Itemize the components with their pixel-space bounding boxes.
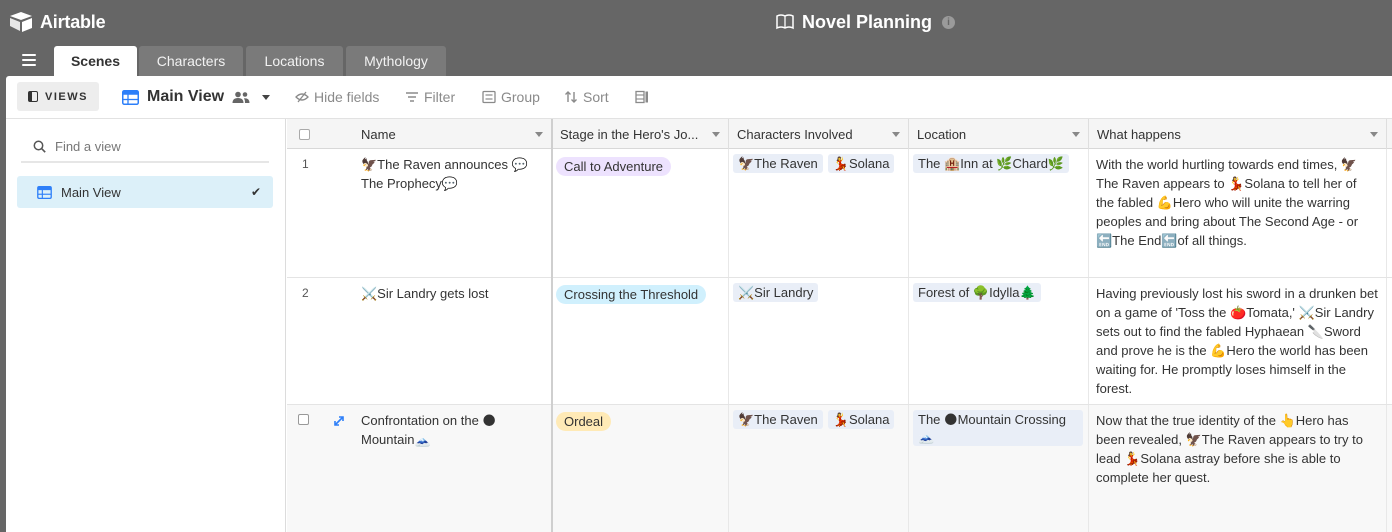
grid-header: Name Stage in the Hero's Jo... Character… bbox=[287, 119, 1392, 149]
hamburger-icon[interactable] bbox=[22, 54, 36, 66]
app-name: Airtable bbox=[40, 11, 106, 32]
row-number: 2 bbox=[302, 286, 309, 300]
cell-what-happens[interactable]: With the world hurtling towards end time… bbox=[1089, 149, 1387, 277]
find-view-input[interactable] bbox=[55, 138, 255, 154]
chevron-down-icon bbox=[262, 94, 271, 100]
grid-view-icon bbox=[37, 185, 52, 199]
column-header-name[interactable]: Name bbox=[353, 119, 552, 149]
group-button[interactable]: Group bbox=[482, 88, 540, 106]
column-header-location[interactable]: Location bbox=[909, 119, 1089, 149]
select-all-checkbox[interactable] bbox=[299, 128, 310, 140]
tab-mythology[interactable]: Mythology bbox=[346, 46, 446, 76]
cell-stage[interactable]: Ordeal bbox=[552, 405, 729, 532]
shared-people-icon bbox=[232, 91, 250, 103]
grid-view-icon bbox=[122, 89, 139, 105]
sidebar-item-main-view[interactable]: Main View ✔ bbox=[17, 176, 273, 208]
cell-what-happens[interactable]: Now that the true identity of the 👆Hero … bbox=[1089, 405, 1387, 532]
find-view-box[interactable] bbox=[21, 131, 269, 163]
info-icon[interactable]: i bbox=[942, 15, 956, 29]
sidebar-item-label: Main View bbox=[61, 184, 121, 200]
cell-what-happens[interactable]: Having previously lost his sword in a dr… bbox=[1089, 278, 1387, 404]
chevron-down-icon[interactable] bbox=[892, 132, 900, 137]
sort-icon bbox=[565, 91, 577, 103]
frozen-column-divider[interactable] bbox=[551, 119, 553, 532]
cell-location[interactable]: Forest of 🌳Idylla🌲 bbox=[909, 278, 1089, 404]
linked-record-chip[interactable]: Forest of 🌳Idylla🌲 bbox=[913, 283, 1041, 302]
stage-pill: Call to Adventure bbox=[556, 157, 672, 176]
linked-record-chip[interactable]: 🦅The Raven bbox=[733, 410, 823, 429]
checkmark-icon: ✔ bbox=[250, 185, 261, 199]
column-title: What happens bbox=[1097, 126, 1181, 142]
cell-location[interactable]: The 🏨Inn at 🌿Chard🌿 bbox=[909, 149, 1089, 277]
sidebar-toggle-icon bbox=[28, 91, 39, 102]
table-row[interactable]: Confrontation on the 🌑 Mountain🗻 Ordeal … bbox=[287, 405, 1392, 532]
row-number: 1 bbox=[302, 157, 309, 171]
airtable-logo-icon bbox=[10, 12, 32, 32]
group-label: Group bbox=[501, 89, 540, 105]
row-checkbox[interactable] bbox=[298, 414, 309, 425]
cell-name[interactable]: Confrontation on the 🌑 Mountain🗻 bbox=[353, 405, 552, 532]
group-icon bbox=[482, 90, 496, 104]
tab-scenes[interactable]: Scenes bbox=[54, 46, 137, 76]
airtable-logo[interactable]: Airtable bbox=[8, 10, 106, 34]
stage-pill: Crossing the Threshold bbox=[556, 285, 707, 304]
row-height-button[interactable] bbox=[635, 88, 649, 106]
book-icon bbox=[776, 14, 794, 30]
views-toggle-button[interactable]: VIEWS bbox=[17, 82, 99, 111]
chevron-down-icon[interactable] bbox=[535, 132, 543, 137]
linked-record-chip[interactable]: The 🏨Inn at 🌿Chard🌿 bbox=[913, 154, 1070, 173]
views-sidebar: Main View ✔ bbox=[6, 119, 286, 532]
cell-characters[interactable]: ⚔️Sir Landry bbox=[729, 278, 909, 404]
cell-name[interactable]: 🦅The Raven announces 💬The Prophecy💬 bbox=[353, 149, 552, 277]
cell-location[interactable]: The 🌑Mountain Crossing🗻 bbox=[909, 405, 1089, 532]
main-panel: VIEWS Main View Hide fields Filter Group… bbox=[6, 76, 1392, 532]
tab-characters[interactable]: Characters bbox=[139, 46, 243, 76]
cell-characters[interactable]: 🦅The Raven 💃Solana bbox=[729, 405, 909, 532]
tab-locations[interactable]: Locations bbox=[246, 46, 343, 76]
current-view-name: Main View bbox=[147, 88, 225, 105]
filter-label: Filter bbox=[424, 89, 456, 105]
cell-characters[interactable]: 🦅The Raven 💃Solana bbox=[729, 149, 909, 277]
cell-stage[interactable]: Crossing the Threshold bbox=[552, 278, 729, 404]
column-title: Location bbox=[917, 126, 967, 142]
cell-stage[interactable]: Call to Adventure bbox=[552, 149, 729, 277]
eye-slash-icon bbox=[295, 91, 309, 103]
column-title: Stage in the Hero's Jo... bbox=[560, 126, 699, 142]
views-label: VIEWS bbox=[45, 90, 88, 103]
hide-fields-button[interactable]: Hide fields bbox=[295, 88, 379, 106]
filter-icon bbox=[406, 92, 418, 102]
cell-name[interactable]: ⚔️Sir Landry gets lost bbox=[353, 278, 552, 404]
chevron-down-icon[interactable] bbox=[1072, 132, 1080, 137]
hide-fields-label: Hide fields bbox=[314, 89, 380, 105]
column-header-stage[interactable]: Stage in the Hero's Jo... bbox=[552, 119, 729, 149]
table-tabs: Scenes Characters Locations Mythology bbox=[0, 44, 1392, 76]
linked-record-chip[interactable]: 💃Solana bbox=[827, 410, 895, 429]
table-row[interactable]: 1 🦅The Raven announces 💬The Prophecy💬 Ca… bbox=[287, 149, 1392, 278]
linked-record-chip[interactable]: ⚔️Sir Landry bbox=[733, 283, 819, 302]
current-view-switcher[interactable]: Main View bbox=[122, 87, 271, 107]
sort-button[interactable]: Sort bbox=[564, 88, 609, 106]
column-title: Name bbox=[361, 126, 396, 142]
stage-pill: Ordeal bbox=[556, 412, 612, 431]
sort-label: Sort bbox=[583, 89, 609, 105]
expand-record-icon[interactable] bbox=[332, 414, 346, 428]
base-title-text: Novel Planning bbox=[802, 11, 933, 32]
column-header-characters[interactable]: Characters Involved bbox=[729, 119, 909, 149]
select-all-cell bbox=[287, 119, 357, 149]
base-title[interactable]: Novel Planning i bbox=[776, 10, 956, 34]
records-grid: Name Stage in the Hero's Jo... Character… bbox=[287, 119, 1392, 532]
row-height-icon bbox=[635, 90, 648, 104]
chevron-down-icon[interactable] bbox=[712, 132, 720, 137]
linked-record-chip[interactable]: 💃Solana bbox=[827, 154, 895, 173]
search-icon bbox=[33, 140, 46, 153]
column-header-what-happens[interactable]: What happens bbox=[1089, 119, 1387, 149]
view-bar: VIEWS Main View Hide fields Filter Group… bbox=[6, 76, 1392, 119]
top-bar: Airtable Novel Planning i bbox=[0, 0, 1392, 44]
linked-record-chip[interactable]: The 🌑Mountain Crossing🗻 bbox=[913, 410, 1083, 446]
column-title: Characters Involved bbox=[737, 126, 853, 142]
linked-record-chip[interactable]: 🦅The Raven bbox=[733, 154, 823, 173]
table-row[interactable]: 2 ⚔️Sir Landry gets lost Crossing the Th… bbox=[287, 278, 1392, 405]
filter-button[interactable]: Filter bbox=[405, 88, 455, 106]
chevron-down-icon[interactable] bbox=[1370, 132, 1378, 137]
